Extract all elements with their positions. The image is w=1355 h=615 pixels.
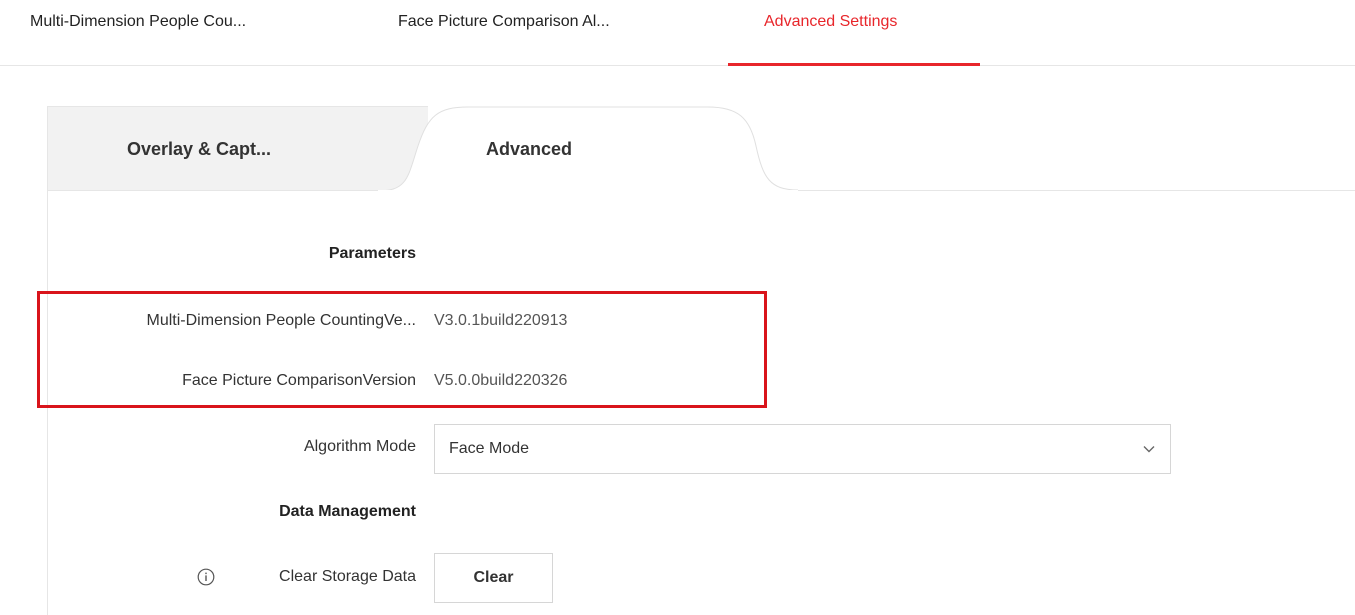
info-icon xyxy=(197,568,215,586)
algorithm-mode-label: Algorithm Mode xyxy=(303,438,416,455)
active-tab-underline xyxy=(728,63,980,66)
version-highlight-box xyxy=(37,291,767,408)
data-management-section-title: Data Management xyxy=(279,503,416,520)
tab-advanced-settings[interactable]: Advanced Settings xyxy=(764,13,897,31)
sub-tab-bar: Overlay & Capt... Advanced xyxy=(48,106,1355,192)
sub-tab-advanced-shape xyxy=(378,106,798,192)
tab-face-picture-comparison[interactable]: Face Picture Comparison Al... xyxy=(398,13,610,31)
sub-tab-advanced[interactable]: Advanced xyxy=(486,139,572,160)
sub-tab-overlay-capture[interactable]: Overlay & Capt... xyxy=(127,139,271,160)
algorithm-mode-selected-value: Face Mode xyxy=(449,440,530,457)
clear-button[interactable]: Clear xyxy=(434,553,553,603)
tab-multi-dimension-people-counting[interactable]: Multi-Dimension People Cou... xyxy=(30,13,246,31)
chevron-down-icon xyxy=(1143,446,1155,453)
top-tab-bar: Multi-Dimension People Cou... Face Pictu… xyxy=(0,0,1355,66)
clear-storage-data-label: Clear Storage Data xyxy=(279,568,416,585)
parameters-section-title: Parameters xyxy=(328,245,416,262)
algorithm-mode-select[interactable]: Face Mode xyxy=(434,424,1171,474)
